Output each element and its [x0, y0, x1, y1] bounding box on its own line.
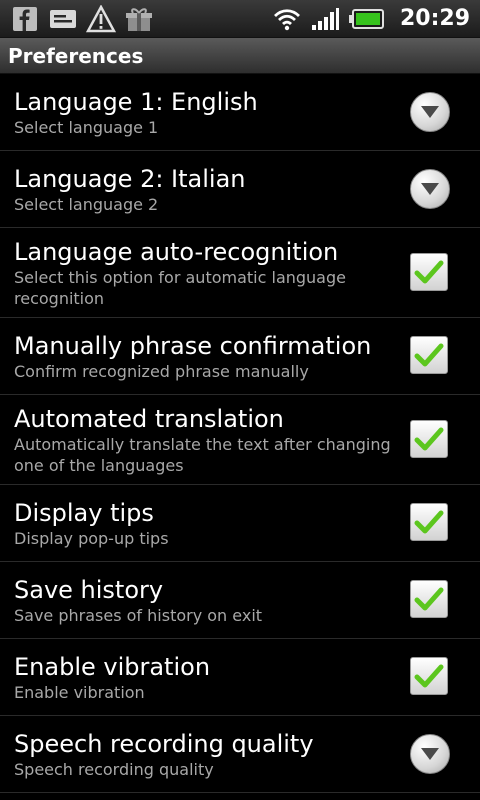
pref-language-auto-recognition[interactable]: Language auto-recognition Select this op… — [0, 228, 480, 318]
facebook-icon — [10, 4, 40, 34]
pref-summary: Select language 2 — [14, 194, 159, 214]
checkmark-icon — [410, 336, 448, 374]
pref-speech-recording-quality[interactable]: Speech recording quality Speech recordin… — [0, 716, 480, 793]
checkmark-icon — [410, 580, 448, 618]
page-title: Preferences — [8, 43, 144, 68]
pref-summary: Automatically translate the text after c… — [14, 434, 391, 475]
pref-title: Display tips — [14, 498, 154, 527]
pref-title: Language 2: Italian — [14, 164, 246, 193]
dropdown-button[interactable] — [410, 734, 450, 774]
pref-language-1[interactable]: Language 1: English Select language 1 — [0, 74, 480, 151]
pref-language-2[interactable]: Language 2: Italian Select language 2 — [0, 151, 480, 228]
pref-display-tips[interactable]: Display tips Display pop-up tips — [0, 485, 480, 562]
pref-summary: Display pop-up tips — [14, 528, 169, 548]
pref-title: Language 1: English — [14, 87, 258, 116]
pref-title: Speech recording quality — [14, 729, 314, 758]
warning-icon — [86, 4, 116, 34]
wifi-icon — [272, 4, 302, 34]
gift-icon — [124, 4, 154, 34]
checkmark-icon — [410, 657, 448, 695]
pref-summary: Select language 1 — [14, 117, 159, 137]
checkbox[interactable] — [410, 336, 450, 376]
message-icon — [48, 4, 78, 34]
checkbox[interactable] — [410, 657, 450, 697]
pref-automated-translation[interactable]: Automated translation Automatically tran… — [0, 395, 480, 485]
chevron-down-icon — [410, 734, 450, 774]
preferences-list: Language 1: English Select language 1 La… — [0, 74, 480, 793]
checkmark-icon — [410, 252, 448, 291]
pref-summary: Confirm recognized phrase manually — [14, 361, 309, 381]
pref-manual-phrase-confirmation[interactable]: Manually phrase confirmation Confirm rec… — [0, 318, 480, 395]
pref-summary: Speech recording quality — [14, 759, 214, 779]
checkbox[interactable] — [410, 580, 450, 620]
checkmark-icon — [410, 419, 448, 458]
checkbox[interactable] — [410, 252, 450, 293]
checkmark-icon — [410, 503, 448, 541]
pref-enable-vibration[interactable]: Enable vibration Enable vibration — [0, 639, 480, 716]
pref-title: Manually phrase confirmation — [14, 331, 372, 360]
dropdown-button[interactable] — [410, 92, 450, 132]
chevron-down-icon — [410, 169, 450, 209]
chevron-down-icon — [410, 92, 450, 132]
pref-summary: Save phrases of history on exit — [14, 605, 263, 625]
pref-title: Enable vibration — [14, 652, 211, 681]
pref-title: Automated translation — [14, 404, 284, 433]
title-bar: Preferences — [0, 38, 480, 74]
checkbox[interactable] — [410, 419, 450, 460]
battery-icon — [348, 4, 386, 34]
dropdown-button[interactable] — [410, 169, 450, 209]
pref-title: Language auto-recognition — [14, 237, 339, 266]
checkbox[interactable] — [410, 503, 450, 543]
signal-icon — [310, 4, 340, 34]
pref-summary: Select this option for automatic languag… — [14, 267, 346, 308]
pref-summary: Enable vibration — [14, 682, 145, 702]
clock-time: 20:29 — [399, 6, 470, 31]
pref-save-history[interactable]: Save history Save phrases of history on … — [0, 562, 480, 639]
pref-title: Save history — [14, 575, 164, 604]
status-bar: 20:29 — [0, 0, 480, 38]
